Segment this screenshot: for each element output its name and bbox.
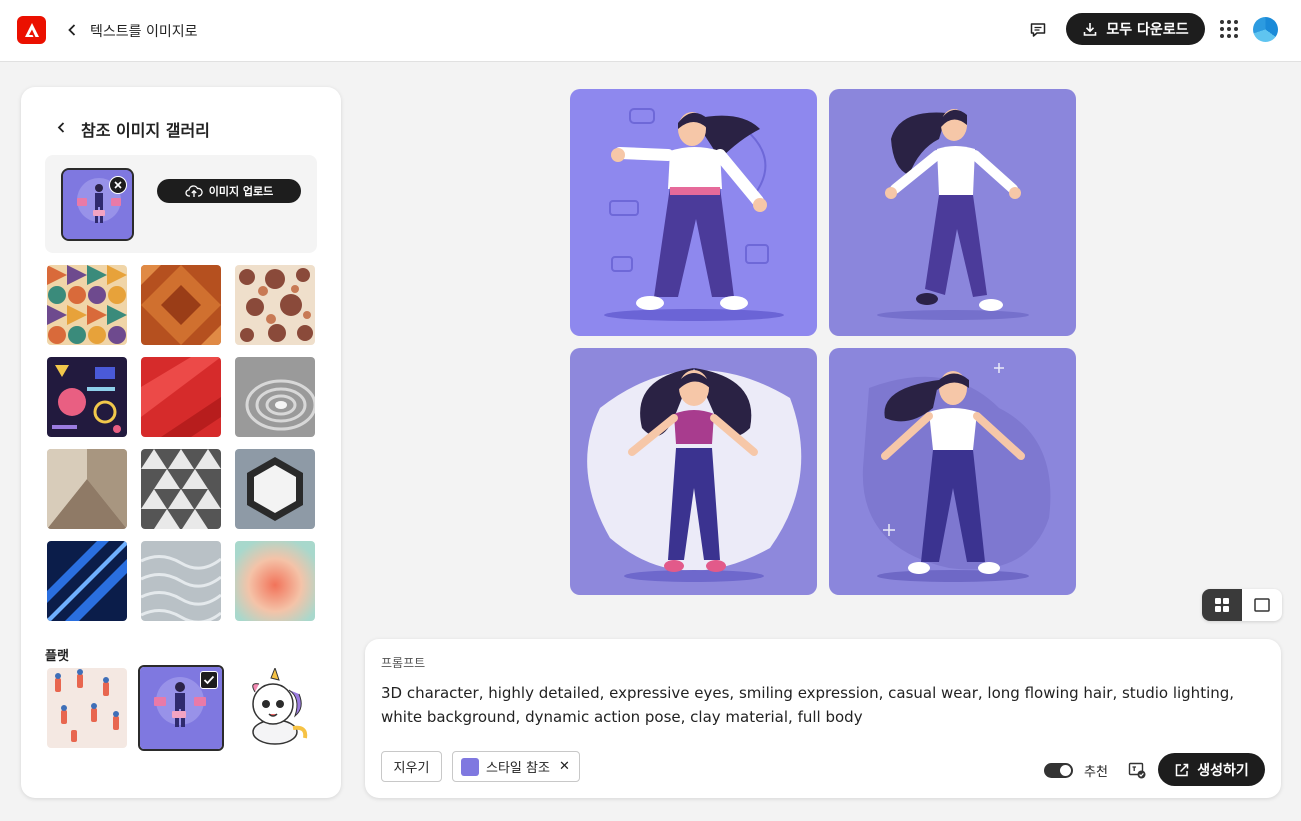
gallery-tile-dark-memphis[interactable] — [47, 357, 127, 437]
result-image-1[interactable] — [570, 89, 817, 336]
flat-tile-unicorn[interactable] — [235, 668, 315, 748]
single-view-icon — [1254, 598, 1270, 612]
adobe-logo-icon[interactable] — [17, 16, 46, 44]
recommend-toggle[interactable] — [1044, 763, 1073, 778]
top-bar: 텍스트를 이미지로 모두 다운로드 — [0, 0, 1301, 62]
prompt-label: 프롬프트 — [381, 656, 426, 670]
style-reference-chip[interactable]: 스타일 참조 ✕ — [452, 751, 580, 782]
download-all-button[interactable]: 모두 다운로드 — [1066, 13, 1205, 45]
gallery-tile-geometric-retro[interactable] — [47, 265, 127, 345]
feedback-button[interactable] — [1026, 18, 1050, 42]
chevron-left-icon — [68, 24, 76, 36]
checkmark-icon — [200, 671, 218, 689]
view-toggle — [1202, 589, 1282, 621]
generate-button[interactable]: 생성하기 — [1158, 753, 1265, 786]
gallery-tile-gray-waves[interactable] — [141, 541, 221, 621]
single-view-button[interactable] — [1242, 589, 1282, 621]
grid-view-button[interactable] — [1202, 589, 1242, 621]
avatar[interactable] — [1253, 17, 1278, 42]
gallery-tile-red-abstract[interactable] — [141, 357, 221, 437]
flat-tile-selected-character[interactable] — [138, 665, 224, 751]
flat-section-label: 플랫 — [45, 649, 69, 664]
generate-icon — [1175, 763, 1189, 776]
gallery-tile-blue-stripes[interactable] — [47, 541, 127, 621]
selected-reference-area: 이미지 업로드 — [45, 155, 317, 253]
content-credentials-icon[interactable] — [1128, 761, 1146, 779]
upload-label: 이미지 업로드 — [208, 185, 274, 198]
panel-title: 참조 이미지 갤러리 — [81, 121, 210, 140]
page-title: 텍스트를 이미지로 — [90, 24, 198, 40]
grid-view-icon — [1215, 598, 1229, 612]
flat-tile-people-pattern[interactable] — [47, 668, 127, 748]
gallery-tile-hexagon-frame[interactable] — [235, 449, 315, 529]
close-icon[interactable]: ✕ — [559, 759, 570, 774]
recommend-label: 추천 — [1084, 765, 1108, 780]
cloud-upload-icon — [185, 185, 203, 197]
clear-button[interactable]: 지우기 — [381, 751, 442, 782]
prompt-input[interactable]: 3D character, highly detailed, expressiv… — [381, 681, 1261, 729]
gallery-tile-gray-spiral[interactable] — [235, 357, 315, 437]
upload-image-button[interactable]: 이미지 업로드 — [157, 179, 301, 203]
gallery-tile-brown-circles[interactable] — [235, 265, 315, 345]
prompt-panel: 프롬프트 3D character, highly detailed, expr… — [365, 639, 1281, 798]
result-image-3[interactable] — [570, 348, 817, 595]
result-image-2[interactable] — [829, 89, 1076, 336]
download-all-label: 모두 다운로드 — [1106, 22, 1189, 38]
remove-reference-button[interactable] — [109, 176, 127, 194]
close-icon — [114, 181, 122, 189]
style-chip-label: 스타일 참조 — [486, 761, 550, 776]
panel-back-button[interactable] — [54, 118, 68, 136]
chevron-left-icon — [57, 121, 64, 133]
feedback-icon — [1030, 23, 1046, 37]
style-reference-thumbnail — [461, 757, 479, 776]
generate-label: 생성하기 — [1197, 762, 1249, 779]
result-image-4[interactable] — [829, 348, 1076, 595]
gallery-tile-white-triangles[interactable] — [141, 449, 221, 529]
gallery-tile-orange-diamonds[interactable] — [141, 265, 221, 345]
gallery-tile-beige-fold[interactable] — [47, 449, 127, 529]
back-button[interactable] — [63, 19, 81, 41]
reference-gallery-panel: 참조 이미지 갤러리 이미지 업로드 플랫 — [21, 87, 341, 798]
gallery-tile-pastel-gradient[interactable] — [235, 541, 315, 621]
apps-grid-icon[interactable] — [1219, 19, 1239, 39]
download-icon — [1084, 23, 1097, 36]
